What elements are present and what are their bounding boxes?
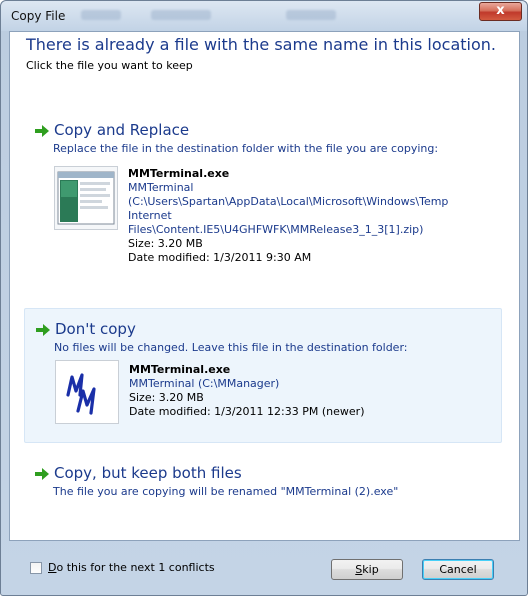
file-path: MMTerminal [128, 181, 194, 194]
background-title-blur [81, 10, 121, 20]
application-window-icon [57, 171, 115, 225]
file-size: Size: 3.20 MB [128, 237, 203, 250]
file-date-modified: Date modified: 1/3/2011 9:30 AM [128, 251, 312, 264]
dialog-instruction: Click the file you want to keep [26, 59, 193, 72]
green-arrow-icon [36, 324, 50, 336]
background-title-blur [286, 10, 336, 20]
dialog-footer: Do this for the next 1 conflicts Skip Ca… [8, 540, 519, 588]
file-date-modified: Date modified: 1/3/2011 12:33 PM (newer) [129, 405, 365, 418]
file-name: MMTerminal.exe [128, 167, 230, 180]
file-details: MMTerminal.exe MMTerminal (C:\MManager) … [129, 363, 364, 419]
do-for-all-conflicts-checkbox[interactable] [30, 562, 42, 574]
dont-copy-option[interactable]: Don't copy No files will be changed. Lea… [24, 308, 502, 443]
cancel-button[interactable]: Cancel [422, 559, 494, 580]
option-title: Copy and Replace [54, 121, 190, 139]
file-name: MMTerminal.exe [129, 363, 231, 376]
file-details: MMTerminal.exe MMTerminal (C:\Users\Spar… [128, 167, 448, 265]
skip-button[interactable]: Skip [331, 559, 403, 580]
option-description: The file you are copying will be renamed… [53, 485, 399, 498]
file-path: MMTerminal (C:\MManager) [129, 377, 280, 390]
option-description: No files will be changed. Leave this fil… [54, 341, 408, 354]
title-bar[interactable]: Copy File x [1, 1, 527, 31]
exe-file-thumbnail [54, 166, 118, 230]
file-size: Size: 3.20 MB [129, 391, 204, 404]
green-arrow-icon [35, 468, 49, 480]
background-title-blur [151, 10, 211, 20]
mm-logo-thumbnail [55, 360, 119, 424]
option-title: Don't copy [55, 320, 136, 338]
file-path: Files\Content.IE5\U4GHFWFK\MMRelease3_1_… [128, 223, 424, 236]
mmanager-logo-icon [66, 373, 96, 415]
file-path: (C:\Users\Spartan\AppData\Local\Microsof… [128, 195, 449, 208]
file-path: Internet [128, 209, 172, 222]
copy-and-replace-option[interactable]: Copy and Replace Replace the file in the… [24, 118, 502, 296]
close-button[interactable]: x [479, 2, 522, 21]
close-icon: x [496, 3, 505, 18]
green-arrow-icon [35, 125, 49, 137]
copy-keep-both-option[interactable]: Copy, but keep both files The file you a… [24, 457, 502, 507]
dialog-headline: There is already a file with the same na… [26, 35, 496, 54]
window-title: Copy File [11, 9, 66, 23]
option-description: Replace the file in the destination fold… [53, 142, 439, 155]
checkbox-label[interactable]: Do this for the next 1 conflicts [48, 561, 215, 574]
option-title: Copy, but keep both files [54, 464, 242, 482]
